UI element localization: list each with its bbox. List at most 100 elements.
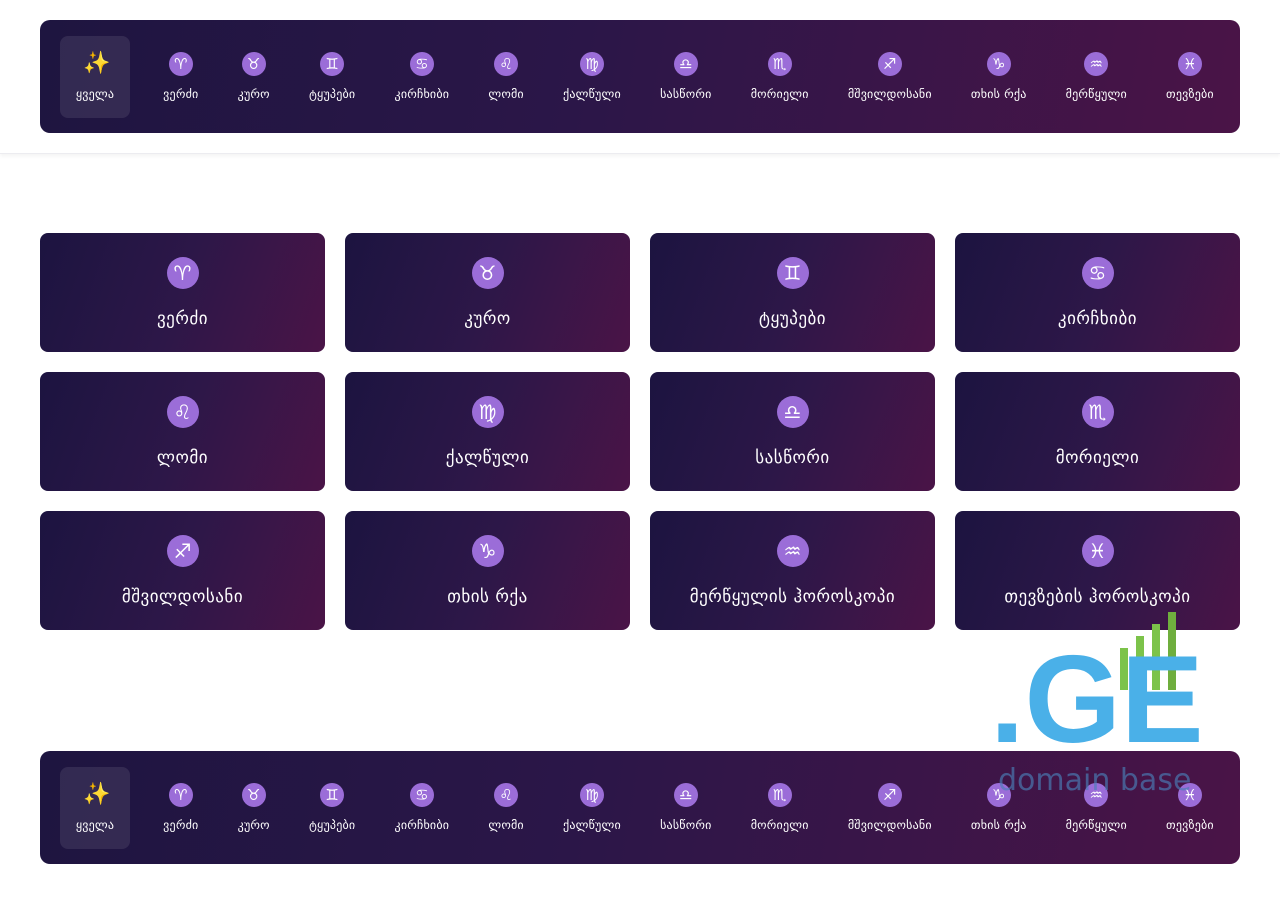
sparkles-icon: ✨ [83, 51, 111, 76]
nav-item-label: მორიელი [750, 818, 809, 832]
sagittarius-icon: ♐ [877, 783, 902, 807]
aries-icon: ♈ [168, 783, 193, 807]
cancer-icon: ♋ [409, 783, 434, 807]
aquarius-icon: ♒ [776, 534, 809, 567]
nav-bottom-item-2[interactable]: ♉ კურო [232, 767, 276, 849]
zodiac-card-label: ტყუპები [758, 308, 827, 329]
leo-icon: ♌ [494, 52, 519, 76]
zodiac-nav-bottom: ✨ ყველა ♈ ვერძი ♉ კურო ♊ ტყუპები ♋ კირჩხიბი ♌ ლომი ♍… [40, 751, 1240, 864]
zodiac-card-libra[interactable]: ♎ სასწორი [650, 372, 935, 491]
zodiac-card-aries[interactable]: ♈ ვერძი [40, 233, 325, 352]
scorpio-icon: ♏ [767, 783, 792, 807]
pisces-icon: ♓ [1177, 783, 1202, 807]
watermark-logo-text: .GE [990, 631, 1200, 748]
zodiac-card-taurus[interactable]: ♉ კურო [345, 233, 630, 352]
capricorn-icon: ♑ [986, 52, 1011, 76]
libra-icon: ♎ [673, 783, 698, 807]
nav-item-label: ყველა [75, 818, 115, 832]
taurus-icon: ♉ [241, 783, 266, 807]
nav-bottom-item-1[interactable]: ♈ ვერძი [157, 767, 204, 849]
nav-item-label: კურო [237, 87, 270, 101]
libra-icon: ♎ [673, 52, 698, 76]
nav-bottom-item-10[interactable]: ♑ თხის რქა [965, 767, 1033, 849]
nav-bottom-item-8[interactable]: ♏ მორიელი [745, 767, 815, 849]
nav-item-label: კურო [237, 818, 270, 832]
zodiac-card-capricorn[interactable]: ♑ თხის რქა [345, 511, 630, 630]
top-header: ✨ ყველა ♈ ვერძი ♉ კურო ♊ ტყუპები ♋ კირჩხიბი ♌ ლომი ♍… [0, 0, 1280, 154]
nav-item-label: ლომი [488, 87, 524, 101]
sparkles-icon: ✨ [83, 782, 111, 807]
scorpio-icon: ♏ [1081, 395, 1114, 428]
nav-item-label: მერწყული [1065, 87, 1127, 101]
zodiac-card-label: მერწყულის ჰოროსკოპი [689, 586, 896, 607]
cancer-icon: ♋ [409, 52, 434, 76]
nav-bottom-item-3[interactable]: ♊ ტყუპები [303, 767, 361, 849]
nav-bottom-item-11[interactable]: ♒ მერწყული [1060, 767, 1133, 849]
taurus-icon: ♉ [241, 52, 266, 76]
nav-top-item-2[interactable]: ♉ კურო [232, 36, 276, 118]
libra-icon: ♎ [776, 395, 809, 428]
zodiac-card-label: თხის რქა [447, 586, 528, 607]
nav-bottom-item-0[interactable]: ✨ ყველა [60, 766, 130, 849]
capricorn-icon: ♑ [986, 783, 1011, 807]
aquarius-icon: ♒ [1084, 783, 1109, 807]
nav-top-item-0[interactable]: ✨ ყველა [60, 35, 130, 118]
zodiac-card-label: მშვილდოსანი [121, 586, 244, 607]
nav-item-label: თევზები [1166, 87, 1214, 101]
nav-bottom-item-4[interactable]: ♋ კირჩხიბი [389, 767, 456, 849]
zodiac-card-leo[interactable]: ♌ ლომი [40, 372, 325, 491]
nav-bottom-item-12[interactable]: ♓ თევზები [1160, 767, 1220, 849]
zodiac-card-label: ლომი [156, 447, 209, 468]
nav-item-label: თხის რქა [970, 87, 1027, 101]
zodiac-nav-top: ✨ ყველა ♈ ვერძი ♉ კურო ♊ ტყუპები ♋ კირჩხიბი ♌ ლომი ♍… [40, 20, 1240, 133]
sagittarius-icon: ♐ [166, 534, 199, 567]
nav-item-label: კირჩხიბი [394, 87, 450, 101]
nav-item-label: ვერძი [163, 87, 199, 101]
nav-top-item-5[interactable]: ♌ ლომი [482, 36, 530, 118]
zodiac-card-label: კირჩხიბი [1057, 308, 1138, 329]
pisces-icon: ♓ [1081, 534, 1114, 567]
sagittarius-icon: ♐ [877, 52, 902, 76]
cancer-icon: ♋ [1081, 256, 1114, 289]
gemini-icon: ♊ [320, 783, 345, 807]
nav-item-label: მერწყული [1065, 818, 1127, 832]
nav-item-label: კირჩხიბი [394, 818, 450, 832]
nav-top-item-11[interactable]: ♒ მერწყული [1060, 36, 1133, 118]
nav-item-label: ქალწული [563, 87, 621, 101]
nav-bottom-item-9[interactable]: ♐ მშვილდოსანი [842, 767, 938, 849]
zodiac-card-virgo[interactable]: ♍ ქალწული [345, 372, 630, 491]
nav-top-item-6[interactable]: ♍ ქალწული [557, 36, 627, 118]
zodiac-card-label: ვერძი [156, 308, 209, 329]
nav-bottom-item-5[interactable]: ♌ ლომი [482, 767, 530, 849]
zodiac-card-label: თევზების ჰოროსკოპი [1004, 586, 1191, 607]
capricorn-icon: ♑ [471, 534, 504, 567]
nav-bottom-item-6[interactable]: ♍ ქალწული [557, 767, 627, 849]
nav-top-item-4[interactable]: ♋ კირჩხიბი [389, 36, 456, 118]
leo-icon: ♌ [166, 395, 199, 428]
nav-top-item-1[interactable]: ♈ ვერძი [157, 36, 204, 118]
zodiac-card-aquarius[interactable]: ♒ მერწყულის ჰოროსკოპი [650, 511, 935, 630]
zodiac-card-pisces[interactable]: ♓ თევზების ჰოროსკოპი [955, 511, 1240, 630]
zodiac-card-sagittarius[interactable]: ♐ მშვილდოსანი [40, 511, 325, 630]
virgo-icon: ♍ [471, 395, 504, 428]
zodiac-card-scorpio[interactable]: ♏ მორიელი [955, 372, 1240, 491]
virgo-icon: ♍ [579, 783, 604, 807]
gemini-icon: ♊ [776, 256, 809, 289]
zodiac-card-label: სასწორი [755, 447, 830, 468]
nav-top-item-7[interactable]: ♎ სასწორი [654, 36, 717, 118]
nav-item-label: მშვილდოსანი [847, 818, 932, 832]
nav-item-label: ქალწული [563, 818, 621, 832]
zodiac-card-gemini[interactable]: ♊ ტყუპები [650, 233, 935, 352]
aries-icon: ♈ [166, 256, 199, 289]
nav-item-label: ყველა [75, 87, 115, 101]
nav-item-label: ლომი [488, 818, 524, 832]
nav-top-item-10[interactable]: ♑ თხის რქა [965, 36, 1033, 118]
nav-top-item-9[interactable]: ♐ მშვილდოსანი [842, 36, 938, 118]
nav-bottom-item-7[interactable]: ♎ სასწორი [654, 767, 717, 849]
nav-top-item-12[interactable]: ♓ თევზები [1160, 36, 1220, 118]
pisces-icon: ♓ [1177, 52, 1202, 76]
nav-top-item-3[interactable]: ♊ ტყუპები [303, 36, 361, 118]
nav-item-label: ტყუპები [308, 87, 356, 101]
zodiac-card-cancer[interactable]: ♋ კირჩხიბი [955, 233, 1240, 352]
nav-top-item-8[interactable]: ♏ მორიელი [745, 36, 815, 118]
